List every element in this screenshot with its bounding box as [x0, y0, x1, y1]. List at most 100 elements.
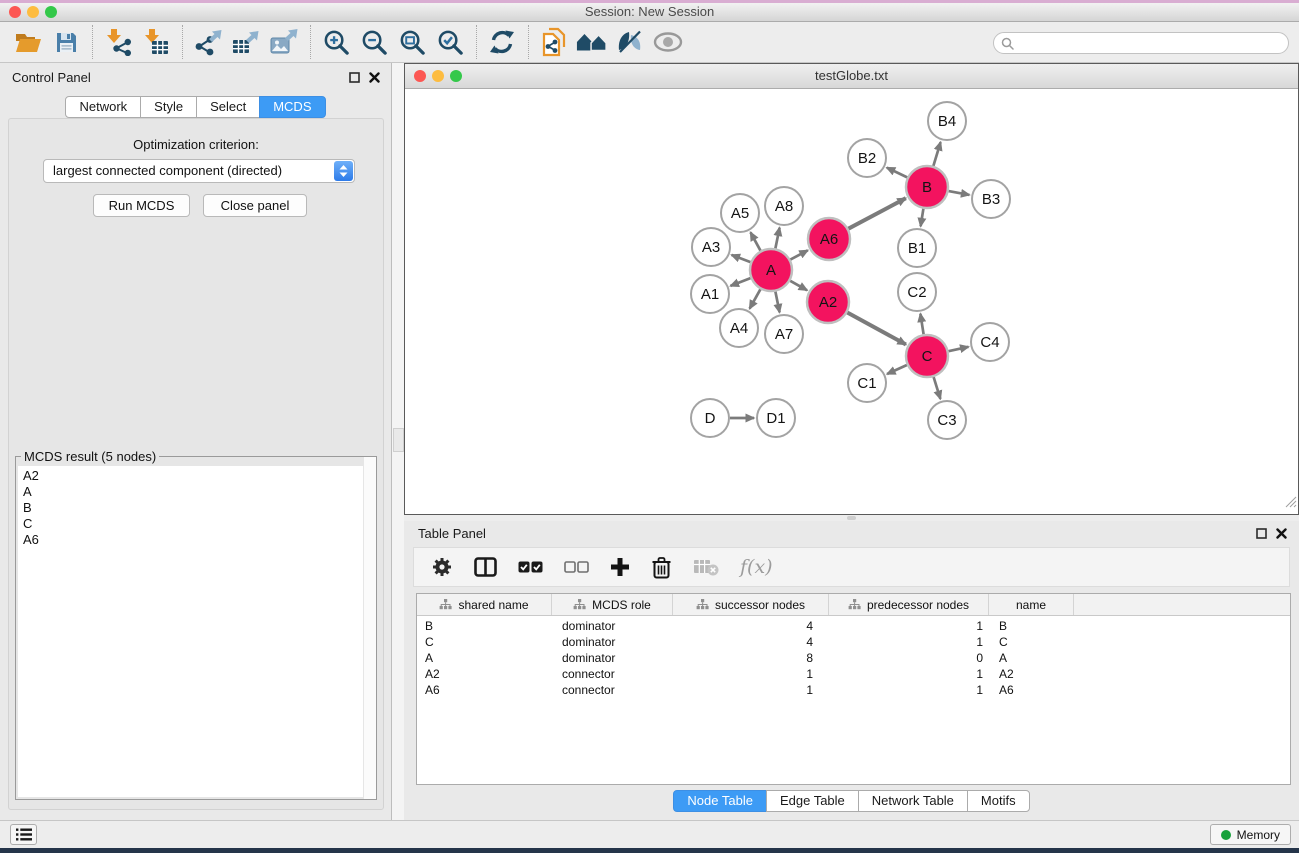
table-settings-button[interactable] — [431, 556, 453, 578]
table-row[interactable]: A2connector11A2 — [417, 666, 1290, 682]
task-history-button[interactable] — [10, 824, 37, 845]
table-row[interactable]: A6connector11A6 — [417, 682, 1290, 698]
graph-edge-C-C4[interactable] — [949, 347, 969, 351]
graph-edge-B-B2[interactable] — [887, 168, 907, 178]
export-image-button[interactable] — [268, 26, 300, 58]
graph-edge-B-B4[interactable] — [933, 142, 940, 166]
run-mcds-button[interactable]: Run MCDS — [93, 194, 190, 217]
add-column-button[interactable] — [610, 557, 630, 577]
style-preview-button[interactable] — [614, 26, 646, 58]
import-table-button[interactable] — [140, 26, 172, 58]
mcds-result-item[interactable]: B — [18, 500, 374, 516]
export-network-button[interactable] — [192, 26, 224, 58]
memory-button[interactable]: Memory — [1210, 824, 1291, 845]
minimize-window-button[interactable] — [27, 6, 39, 18]
zoom-out-button[interactable] — [358, 26, 390, 58]
graph-edge-A-A6[interactable] — [790, 250, 807, 259]
column-header-predecessor-nodes[interactable]: predecessor nodes — [829, 594, 989, 615]
mcds-result-item[interactable]: A2 — [18, 466, 374, 484]
graph-edge-A-A1[interactable] — [731, 278, 751, 286]
graph-edge-C-C2[interactable] — [920, 314, 923, 335]
graph-node-A5[interactable]: A5 — [721, 194, 759, 232]
tab-node-table[interactable]: Node Table — [673, 790, 767, 812]
graph-edge-B-B1[interactable] — [921, 209, 924, 227]
mcds-result-item[interactable]: C — [18, 516, 374, 532]
graph-node-A8[interactable]: A8 — [765, 187, 803, 225]
graph-node-C3[interactable]: C3 — [928, 401, 966, 439]
graph-edge-A-A2[interactable] — [790, 281, 807, 291]
column-header-shared-name[interactable]: shared name — [417, 594, 552, 615]
graph-node-C4[interactable]: C4 — [971, 323, 1009, 361]
graph-node-C2[interactable]: C2 — [898, 273, 936, 311]
deselect-all-button[interactable] — [564, 561, 589, 573]
graph-node-A1[interactable]: A1 — [691, 275, 729, 313]
graph-node-B3[interactable]: B3 — [972, 180, 1010, 218]
import-network-button[interactable] — [102, 26, 134, 58]
minimize-network-button[interactable] — [432, 70, 444, 82]
open-session-button[interactable] — [12, 26, 44, 58]
search-field[interactable] — [993, 32, 1289, 54]
graph-node-B2[interactable]: B2 — [848, 139, 886, 177]
column-header-MCDS-role[interactable]: MCDS role — [552, 594, 673, 615]
splitter-grip[interactable] — [847, 516, 856, 520]
graph-edge-C-C3[interactable] — [934, 377, 941, 399]
graph-node-D1[interactable]: D1 — [757, 399, 795, 437]
close-panel-icon[interactable] — [369, 72, 380, 83]
graph-edge-A6-B[interactable] — [848, 198, 905, 229]
graph-node-A7[interactable]: A7 — [765, 315, 803, 353]
graph-node-A4[interactable]: A4 — [720, 309, 758, 347]
search-input[interactable] — [1018, 34, 1288, 52]
graph-edge-A-A5[interactable] — [751, 232, 761, 250]
tab-network-table[interactable]: Network Table — [858, 790, 968, 812]
column-header-name[interactable]: name — [989, 594, 1074, 615]
result-scrollbar[interactable] — [363, 457, 376, 799]
birdseye-view-button[interactable] — [652, 26, 684, 58]
graph-edge-B-B3[interactable] — [949, 191, 970, 195]
mcds-result-item[interactable]: A — [18, 484, 374, 500]
zoom-fit-button[interactable] — [396, 26, 428, 58]
graph-node-C[interactable]: C — [906, 335, 948, 377]
column-view-button[interactable] — [474, 557, 497, 577]
close-panel-icon[interactable] — [1276, 528, 1287, 539]
zoom-selected-button[interactable] — [434, 26, 466, 58]
graph-node-B1[interactable]: B1 — [898, 229, 936, 267]
column-header-successor-nodes[interactable]: successor nodes — [673, 594, 829, 615]
close-window-button[interactable] — [9, 6, 21, 18]
graph-node-B[interactable]: B — [906, 166, 948, 208]
new-session-button[interactable] — [538, 26, 570, 58]
table-row[interactable]: Adominator80A — [417, 650, 1290, 666]
graph-node-B4[interactable]: B4 — [928, 102, 966, 140]
zoom-in-button[interactable] — [320, 26, 352, 58]
graph-edge-A-A7[interactable] — [775, 292, 779, 313]
delete-column-button[interactable] — [651, 556, 672, 579]
tab-mcds[interactable]: MCDS — [259, 96, 325, 118]
criterion-dropdown[interactable]: largest connected component (directed) — [43, 159, 355, 183]
splitter-grip[interactable] — [393, 428, 404, 452]
graph-edge-A-A3[interactable] — [732, 255, 751, 262]
graph-node-A3[interactable]: A3 — [692, 228, 730, 266]
vertical-splitter[interactable] — [391, 63, 404, 820]
show-all-networks-button[interactable] — [576, 26, 608, 58]
tab-style[interactable]: Style — [140, 96, 197, 118]
graph-edge-C-C1[interactable] — [887, 365, 907, 374]
export-table-button[interactable] — [230, 26, 262, 58]
refresh-layout-button[interactable] — [486, 26, 518, 58]
tab-network[interactable]: Network — [65, 96, 141, 118]
close-panel-button[interactable]: Close panel — [203, 194, 307, 217]
graph-node-D[interactable]: D — [691, 399, 729, 437]
select-all-button[interactable] — [518, 561, 543, 573]
window-resize-grip[interactable] — [1284, 495, 1297, 513]
float-panel-icon[interactable] — [1256, 528, 1267, 539]
tab-edge-table[interactable]: Edge Table — [766, 790, 859, 812]
maximize-window-button[interactable] — [45, 6, 57, 18]
table-row[interactable]: Cdominator41C — [417, 634, 1290, 650]
graph-node-A6[interactable]: A6 — [808, 218, 850, 260]
mcds-result-item[interactable]: A6 — [18, 532, 374, 548]
tab-select[interactable]: Select — [196, 96, 260, 118]
graph-node-C1[interactable]: C1 — [848, 364, 886, 402]
graph-edge-A-A4[interactable] — [750, 289, 761, 308]
float-panel-icon[interactable] — [349, 72, 360, 83]
save-session-button[interactable] — [50, 26, 82, 58]
graph-node-A[interactable]: A — [750, 249, 792, 291]
graph-edge-A2-C[interactable] — [847, 313, 906, 345]
